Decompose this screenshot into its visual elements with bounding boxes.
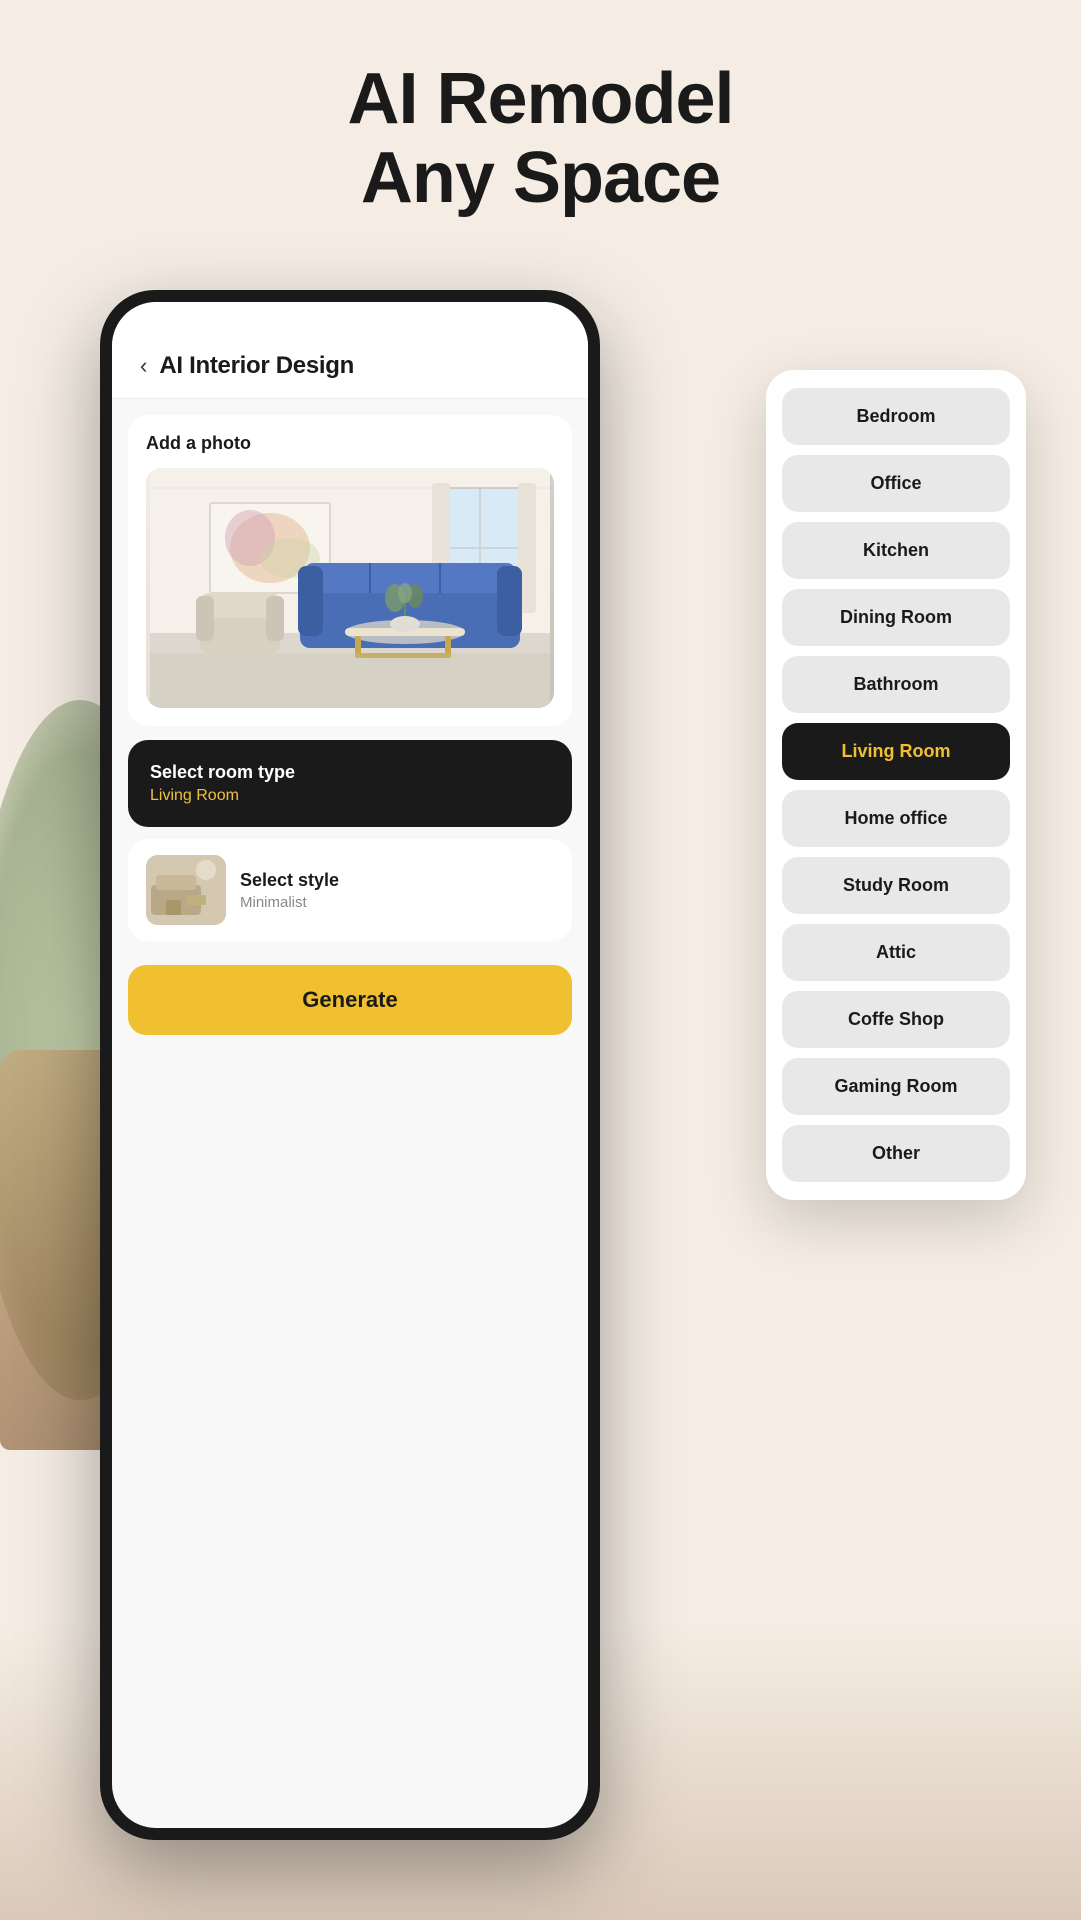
dropdown-item-dining-room[interactable]: Dining Room	[782, 589, 1010, 646]
dropdown-item-home-office[interactable]: Home office	[782, 790, 1010, 847]
dropdown-item-living-room[interactable]: Living Room	[782, 723, 1010, 780]
room-image	[146, 468, 554, 708]
select-style-section[interactable]: Select style Minimalist	[128, 839, 572, 941]
room-scene-svg	[146, 468, 554, 708]
dropdown-item-bathroom[interactable]: Bathroom	[782, 656, 1010, 713]
photo-section: Add a photo	[128, 415, 572, 726]
dropdown-item-office[interactable]: Office	[782, 455, 1010, 512]
select-room-label: Select room type	[150, 762, 550, 783]
room-image-container[interactable]	[146, 468, 554, 708]
phone-mockup: ‹ AI Interior Design Add a photo	[100, 290, 600, 1840]
style-info: Select style Minimalist	[240, 870, 339, 911]
style-label: Select style	[240, 870, 339, 891]
dropdown-item-attic[interactable]: Attic	[782, 924, 1010, 981]
dropdown-panel: Bedroom Office Kitchen Dining Room Bathroom L…	[766, 370, 1026, 1200]
dropdown-item-other[interactable]: Other	[782, 1125, 1010, 1182]
add-photo-label: Add a photo	[146, 433, 554, 454]
dropdown-item-bedroom[interactable]: Bedroom	[782, 388, 1010, 445]
phone-screen: ‹ AI Interior Design Add a photo	[112, 302, 588, 1828]
phone-header: ‹ AI Interior Design	[112, 302, 588, 399]
select-room-section[interactable]: Select room type Living Room	[128, 740, 572, 827]
page-title: AI Remodel Any Space	[0, 60, 1081, 218]
screen-title: AI Interior Design	[159, 352, 354, 380]
dropdown-item-kitchen[interactable]: Kitchen	[782, 522, 1010, 579]
generate-button[interactable]: Generate	[128, 965, 572, 1035]
select-room-value: Living Room	[150, 787, 550, 805]
dropdown-item-coffe-shop[interactable]: Coffe Shop	[782, 991, 1010, 1048]
back-arrow-icon[interactable]: ‹	[140, 353, 147, 379]
style-value: Minimalist	[240, 894, 339, 911]
style-thumbnail	[146, 855, 226, 925]
dropdown-item-gaming-room[interactable]: Gaming Room	[782, 1058, 1010, 1115]
dropdown-item-study-room[interactable]: Study Room	[782, 857, 1010, 914]
